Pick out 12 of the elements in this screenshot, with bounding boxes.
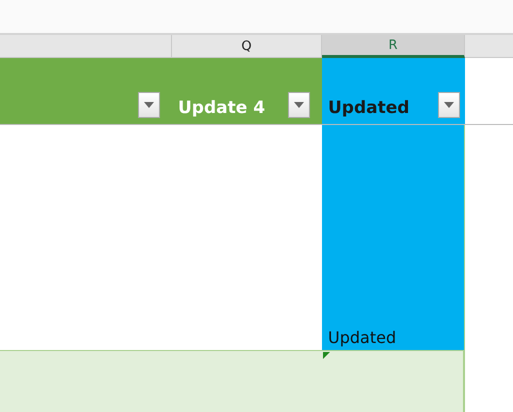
filter-button[interactable] <box>288 92 310 118</box>
header-label: Update 4 <box>178 98 266 118</box>
filter-button[interactable] <box>438 92 460 118</box>
dropdown-arrow-icon <box>444 102 454 108</box>
column-header[interactable]: R <box>322 35 465 58</box>
column-header[interactable]: Q <box>172 35 322 58</box>
dropdown-arrow-icon <box>144 102 154 108</box>
table-cell: Updated <box>322 125 465 350</box>
header-label: Updated <box>328 98 410 118</box>
column-header <box>465 35 513 58</box>
filter-button[interactable] <box>138 92 160 118</box>
dropdown-arrow-icon <box>294 102 304 108</box>
